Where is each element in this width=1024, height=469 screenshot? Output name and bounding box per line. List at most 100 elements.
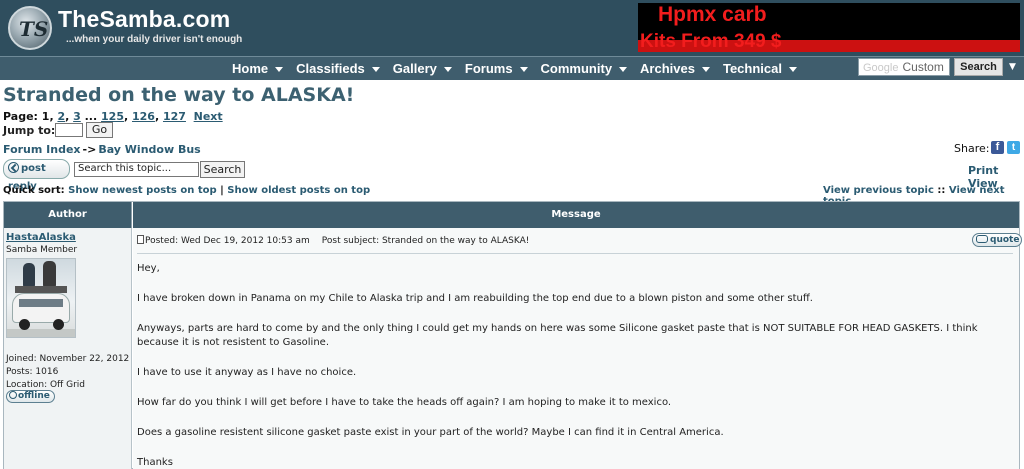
nav-label: Home xyxy=(232,61,269,76)
nav-home[interactable]: Home xyxy=(232,61,284,76)
nav-label: Forums xyxy=(464,61,513,76)
nav-classifieds[interactable]: Classifieds xyxy=(296,61,380,76)
post-subject: Post subject: Stranded on the way to ALA… xyxy=(321,236,530,246)
nav-label: Community xyxy=(540,61,613,76)
chevron-down-icon xyxy=(701,67,710,73)
avatar xyxy=(6,258,76,338)
post-reply-button[interactable]: post reply xyxy=(3,159,70,192)
post-paragraph: Thanks xyxy=(137,457,173,468)
post-header: Posted: Wed Dec 19, 2012 10:53 am Post su… xyxy=(137,235,529,246)
topic-search-input[interactable]: Search this topic... xyxy=(74,162,199,177)
nav-technical[interactable]: Technical xyxy=(723,61,797,76)
site-name[interactable]: TheSamba.com xyxy=(58,6,230,33)
facebook-icon[interactable]: f xyxy=(991,141,1004,154)
jump-go-button[interactable]: Go xyxy=(86,122,113,138)
twitter-icon[interactable]: t xyxy=(1007,141,1020,154)
nav-gallery[interactable]: Gallery xyxy=(393,61,452,76)
status-icon xyxy=(9,391,17,399)
chevron-down-icon xyxy=(443,67,452,73)
post-date: Posted: Wed Dec 19, 2012 10:53 am xyxy=(145,236,310,246)
author-username[interactable]: HastaAlaska xyxy=(6,232,76,243)
chevron-down-icon xyxy=(788,67,797,73)
page-link[interactable]: 127 xyxy=(163,110,186,123)
banner-ad[interactable]: Hpmx carb Kits From 349 $ xyxy=(638,3,1020,52)
breadcrumb-forum-index[interactable]: Forum Index xyxy=(3,143,81,156)
page-label: Page: xyxy=(3,110,38,123)
author-rank: Samba Member xyxy=(6,245,78,255)
online-status-badge[interactable]: offline xyxy=(6,390,55,403)
previous-topic-link[interactable]: View previous topic xyxy=(823,185,934,196)
nav-label: Archives xyxy=(640,61,695,76)
post-paragraph: I have broken down in Panama on my Chile… xyxy=(137,293,813,304)
chevron-down-icon xyxy=(519,67,528,73)
nav-archives[interactable]: Archives xyxy=(640,61,710,76)
sort-oldest-link[interactable]: Show oldest posts on top xyxy=(227,185,370,196)
sort-newest-link[interactable]: Show newest posts on top xyxy=(68,185,217,196)
post-paragraph: How far do you think I will get before I… xyxy=(137,397,672,408)
post-icon xyxy=(137,235,144,244)
current-page: 1 xyxy=(41,110,50,123)
author-stats: Joined: November 22, 2012 Posts: 1016 Lo… xyxy=(6,353,129,392)
author-joined: Joined: November 22, 2012 xyxy=(6,354,130,364)
post-paragraph: I have to use it anyway as I have no cho… xyxy=(137,367,357,378)
chevron-down-icon xyxy=(275,67,284,73)
quote-icon xyxy=(976,235,988,243)
avatar-person xyxy=(43,261,56,287)
nav-label: Technical xyxy=(722,61,782,76)
logo-mark: TS xyxy=(19,17,49,41)
next-page-link[interactable]: Next xyxy=(194,110,223,123)
nav-forums[interactable]: Forums xyxy=(465,61,528,76)
page-link[interactable]: 3 xyxy=(73,110,81,123)
avatar-wheel xyxy=(53,319,64,330)
author-column-header: Author xyxy=(4,202,132,228)
page-link[interactable]: 2 xyxy=(57,110,65,123)
author-posts: Posts: 1016 xyxy=(6,367,59,377)
reply-icon xyxy=(8,162,19,173)
jump-page-input[interactable] xyxy=(55,123,83,137)
avatar-ground xyxy=(7,329,75,337)
avatar-roof-rack xyxy=(15,286,67,293)
post-divider xyxy=(137,253,1013,254)
post-paragraph: Hey, xyxy=(137,263,160,274)
main-nav-bar: Home Classifieds Gallery Forums Communit… xyxy=(0,56,1024,80)
topic-search-button[interactable]: Search xyxy=(200,161,245,178)
avatar-wheel xyxy=(19,319,30,330)
share-label: Share: xyxy=(954,142,990,155)
nav-community[interactable]: Community xyxy=(541,61,628,76)
nav-label: Gallery xyxy=(392,61,437,76)
site-logo-icon[interactable]: TS xyxy=(8,6,52,50)
ad-line-2: Kits From 349 $ xyxy=(640,31,782,52)
site-search-input[interactable]: Google Custom xyxy=(858,58,950,76)
page-link[interactable]: 126 xyxy=(132,110,155,123)
topic-nav-separator: :: xyxy=(937,185,946,196)
breadcrumb: Forum Index -> Bay Window Bus xyxy=(3,143,201,156)
post-author-panel: HastaAlaska Samba Member Joined: Novembe… xyxy=(4,228,132,469)
status-label: offline xyxy=(18,391,50,401)
quick-sort: Quick sort: Show newest posts on top | S… xyxy=(3,185,370,196)
site-tagline: ...when your daily driver isn't enough xyxy=(66,34,243,45)
post-paragraph: Anyways, parts are hard to come by and t… xyxy=(137,323,978,348)
chevron-down-icon xyxy=(619,67,628,73)
posts-table: Author Message HastaAlaska Samba Member … xyxy=(3,201,1022,469)
site-search-button[interactable]: Search xyxy=(954,58,1003,76)
search-placeholder: Custom xyxy=(902,60,944,74)
quick-sort-label: Quick sort: xyxy=(3,185,65,196)
nav-label: Classifieds xyxy=(296,61,365,76)
site-header: TS TheSamba.com ...when your daily drive… xyxy=(0,0,1024,56)
jump-label: Jump to: xyxy=(3,124,56,137)
post-paragraph: Does a gasoline resistent silicone gaske… xyxy=(137,427,724,438)
avatar-bus xyxy=(12,293,70,323)
quote-button[interactable]: quote xyxy=(972,233,1022,247)
sort-separator: | xyxy=(220,185,224,196)
chevron-down-icon xyxy=(371,67,380,73)
topic-title[interactable]: Stranded on the way to ALASKA! xyxy=(3,84,354,106)
scroll-arrow-icon[interactable]: ▼ xyxy=(1009,62,1016,72)
avatar-person xyxy=(23,263,35,287)
main-nav: Home Classifieds Gallery Forums Communit… xyxy=(232,61,810,76)
message-column-header: Message xyxy=(133,202,1019,228)
post-message-panel: Posted: Wed Dec 19, 2012 10:53 am Post su… xyxy=(133,228,1022,469)
post-body: Hey, I have broken down in Panama on my … xyxy=(137,262,1017,469)
ad-line-1: Hpmx carb xyxy=(658,3,767,26)
search-brand: Google xyxy=(863,62,899,74)
breadcrumb-bay-window-bus[interactable]: Bay Window Bus xyxy=(98,143,200,156)
